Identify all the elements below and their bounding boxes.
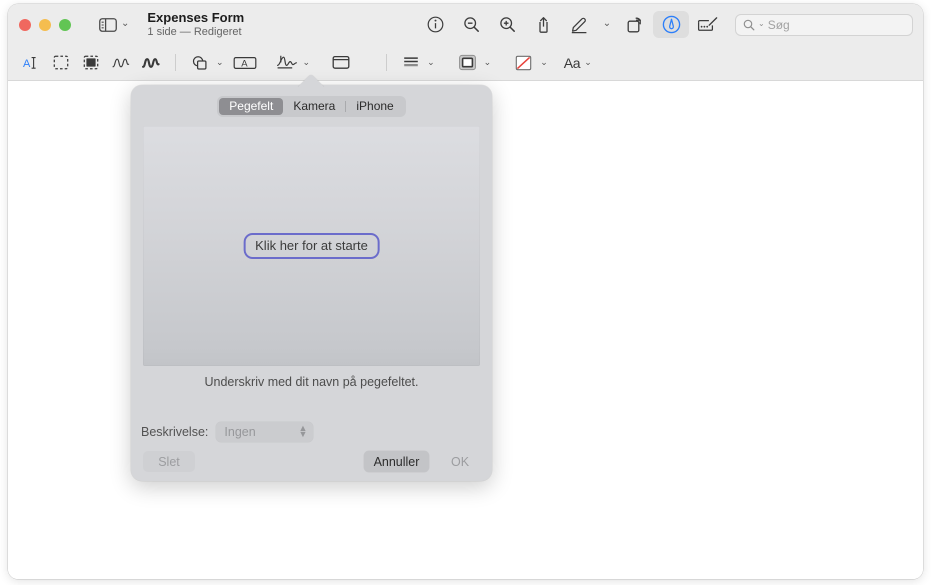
cancel-button[interactable]: Annuller <box>364 451 429 472</box>
border-style-tool[interactable]: ⌄ <box>453 51 496 75</box>
markup-toolbar: A ⌄ A ⌄ ⌄ ⌄ ⌄ Aa ⌄ <box>8 45 923 81</box>
rectangular-selection-tool[interactable] <box>46 51 76 75</box>
description-label: Beskrivelse: <box>141 425 209 439</box>
svg-text:A: A <box>23 58 31 70</box>
align-tool[interactable]: ⌄ <box>396 51 439 75</box>
border-style-chevron-icon[interactable]: ⌄ <box>484 57 492 68</box>
page-title: Expenses Form <box>147 9 245 25</box>
annotate-circle-icon[interactable] <box>653 11 689 38</box>
font-chevron-icon[interactable]: ⌄ <box>584 57 592 68</box>
fill-color-tool[interactable]: ⌄ <box>509 51 552 75</box>
popover-arrow <box>295 74 327 87</box>
minimize-button[interactable] <box>39 18 51 31</box>
zoom-out-icon[interactable] <box>453 11 489 38</box>
signature-source-tabs: Pegefelt Kamera iPhone <box>131 96 492 117</box>
svg-text:A: A <box>241 58 248 69</box>
markup-pen-chevron-icon[interactable]: ⌄ <box>597 11 617 38</box>
delete-button[interactable]: Slet <box>143 451 195 472</box>
share-icon[interactable] <box>525 11 561 38</box>
sidebar-icon[interactable] <box>99 17 117 32</box>
instant-alpha-tool[interactable] <box>76 51 106 75</box>
font-tool[interactable]: Aa ⌄ <box>564 55 596 71</box>
signature-tool[interactable]: ⌄ <box>272 51 315 75</box>
start-signing-button[interactable]: Klik her for at starte <box>243 233 380 259</box>
toolbar-right-group: ⌄ ⌄ Søg <box>417 4 913 45</box>
toolbar-divider-2 <box>386 54 388 71</box>
search-scope-chevron-icon[interactable]: ⌄ <box>758 19 765 28</box>
close-button[interactable] <box>19 18 31 31</box>
tab-kamera[interactable]: Kamera <box>283 98 345 115</box>
window-titlebar: ⌄ Expenses Form 1 side — Redigeret ⌄ ⌄ S… <box>8 4 923 45</box>
note-tool[interactable] <box>326 51 356 75</box>
document-subtitle: 1 side — Redigeret <box>147 26 242 39</box>
search-placeholder: Søg <box>767 17 790 32</box>
font-tool-label: Aa <box>563 54 581 71</box>
rotate-icon[interactable] <box>617 11 653 38</box>
ok-button[interactable]: OK <box>438 451 482 472</box>
description-row: Beskrivelse: Ingen ▲ ▼ <box>141 422 314 442</box>
chevron-down-icon[interactable]: ⌄ <box>121 18 129 29</box>
shapes-tool[interactable]: ⌄ <box>185 51 228 75</box>
stepper-icon: ▲ ▼ <box>298 424 308 439</box>
sketch-tool[interactable] <box>106 51 136 75</box>
fill-color-chevron-icon[interactable]: ⌄ <box>540 57 548 68</box>
markup-pen-icon[interactable] <box>561 11 597 38</box>
text-selection-tool[interactable]: A <box>16 51 46 75</box>
search-field[interactable]: ⌄ Søg <box>735 13 913 36</box>
description-value: Ingen <box>224 425 256 439</box>
document-title-block: Expenses Form 1 side — Redigeret <box>147 9 245 39</box>
signature-instruction: Underskriv med dit navn på pegefeltet. <box>204 375 419 389</box>
signature-popover: Pegefelt Kamera iPhone Klik her for at s… <box>131 85 492 481</box>
window-controls <box>19 18 71 31</box>
signature-pad[interactable]: Klik her for at starte <box>143 126 480 366</box>
align-chevron-icon[interactable]: ⌄ <box>427 57 435 68</box>
shapes-chevron-icon[interactable]: ⌄ <box>216 57 224 68</box>
popover-footer: Slet Annuller OK <box>131 451 492 481</box>
stepper-down-icon: ▼ <box>298 429 308 439</box>
tab-pegefelt[interactable]: Pegefelt <box>219 98 284 115</box>
text-tool[interactable]: A <box>228 51 262 75</box>
zoom-in-icon[interactable] <box>489 11 525 38</box>
sidebar-control[interactable]: ⌄ <box>99 17 129 32</box>
signature-toolbar-icon[interactable] <box>689 11 725 38</box>
zoom-button[interactable] <box>59 18 71 31</box>
search-icon <box>743 19 755 30</box>
screenshot-root: ⌄ Expenses Form 1 side — Redigeret ⌄ ⌄ S… <box>0 0 931 585</box>
toolbar-divider <box>175 54 176 71</box>
description-popup-button[interactable]: Ingen ▲ ▼ <box>216 422 314 442</box>
signature-chevron-icon[interactable]: ⌄ <box>303 57 311 68</box>
draw-tool[interactable] <box>136 51 166 75</box>
tab-iphone[interactable]: iPhone <box>346 98 403 115</box>
info-icon[interactable] <box>417 11 453 38</box>
